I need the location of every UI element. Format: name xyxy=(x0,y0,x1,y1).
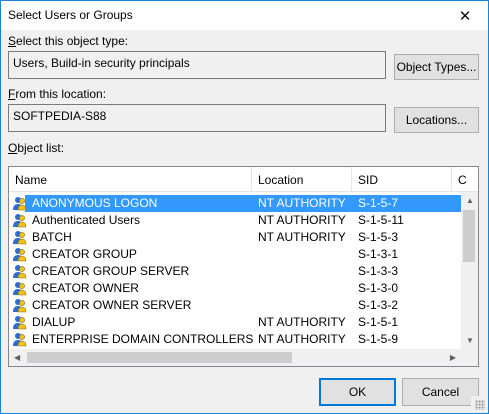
user-group-icon xyxy=(12,297,28,313)
location-field: SOFTPEDIA-S88 xyxy=(8,104,386,132)
item-sid: S-1-3-0 xyxy=(358,281,399,295)
list-item[interactable]: ENTERPRISE DOMAIN CONTROLLERS NT AUTHORI… xyxy=(9,331,463,348)
vertical-scroll-thumb[interactable] xyxy=(463,210,475,262)
user-group-icon xyxy=(12,246,28,262)
select-users-dialog: Select Users or Groups ✕ Select this obj… xyxy=(0,0,489,414)
object-type-label: Select this object type: xyxy=(8,34,129,48)
item-name: CREATOR GROUP xyxy=(32,247,137,261)
item-location: NT AUTHORITY xyxy=(258,196,346,210)
close-icon: ✕ xyxy=(458,7,472,25)
item-location: NT AUTHORITY xyxy=(258,332,346,346)
list-item[interactable]: DIALUP NT AUTHORITY S-1-5-1 xyxy=(9,314,463,331)
user-group-icon xyxy=(12,280,28,296)
item-sid: S-1-5-11 xyxy=(358,213,404,227)
object-list[interactable]: Name Location SID C ANONYMOUS LOGON NT A… xyxy=(8,166,479,367)
list-item[interactable]: CREATOR OWNER SERVER S-1-3-2 xyxy=(9,297,463,314)
item-name: Authenticated Users xyxy=(32,213,141,227)
close-button[interactable]: ✕ xyxy=(442,1,488,30)
scroll-down-icon[interactable]: ▼ xyxy=(466,336,474,345)
item-location: NT AUTHORITY xyxy=(258,315,346,329)
column-header-name[interactable]: Name xyxy=(9,167,252,192)
item-sid: S-1-3-3 xyxy=(358,264,399,278)
item-name: ENTERPRISE DOMAIN CONTROLLERS xyxy=(32,332,254,346)
cancel-button[interactable]: Cancel xyxy=(402,378,479,406)
column-header-sid[interactable]: SID xyxy=(352,167,452,192)
scroll-right-icon[interactable]: ▶ xyxy=(450,353,456,362)
list-item[interactable]: ANONYMOUS LOGON NT AUTHORITY S-1-5-7 xyxy=(9,195,463,212)
column-header-c[interactable]: C xyxy=(452,167,478,192)
scroll-up-icon[interactable]: ▲ xyxy=(466,196,474,205)
object-types-button[interactable]: Object Types... xyxy=(394,54,479,80)
item-name: CREATOR OWNER SERVER xyxy=(32,298,192,312)
item-name: BATCH xyxy=(32,230,72,244)
horizontal-scroll-thumb[interactable] xyxy=(27,352,292,363)
item-sid: S-1-3-1 xyxy=(358,247,399,261)
item-sid: S-1-3-2 xyxy=(358,298,399,312)
object-list-label: Object list: xyxy=(8,141,65,155)
ok-button[interactable]: OK xyxy=(319,378,396,406)
list-item[interactable]: CREATOR OWNER S-1-3-0 xyxy=(9,280,463,297)
title-bar: Select Users or Groups ✕ xyxy=(1,1,488,30)
item-name: CREATOR GROUP SERVER xyxy=(32,264,190,278)
item-sid: S-1-5-3 xyxy=(358,230,399,244)
horizontal-scrollbar[interactable]: ◀ ▶ xyxy=(9,349,461,366)
item-sid: S-1-5-1 xyxy=(358,315,399,329)
column-header-location[interactable]: Location xyxy=(252,167,352,192)
item-sid: S-1-5-9 xyxy=(358,332,399,346)
resize-grip[interactable] xyxy=(471,396,488,413)
user-group-icon xyxy=(12,229,28,245)
user-group-icon xyxy=(12,263,28,279)
user-group-icon xyxy=(12,314,28,330)
list-item[interactable]: CREATOR GROUP S-1-3-1 xyxy=(9,246,463,263)
locations-button[interactable]: Locations... xyxy=(394,107,479,133)
window-title: Select Users or Groups xyxy=(8,8,133,22)
item-location: NT AUTHORITY xyxy=(258,213,346,227)
user-group-icon xyxy=(12,331,28,347)
item-sid: S-1-5-7 xyxy=(358,196,399,210)
location-label: From this location: xyxy=(8,87,107,101)
user-group-icon xyxy=(12,195,28,211)
vertical-scrollbar[interactable]: ▲ ▼ xyxy=(461,192,478,366)
object-type-field: Users, Build-in security principals xyxy=(8,51,386,79)
item-location: NT AUTHORITY xyxy=(258,230,346,244)
user-group-icon xyxy=(12,212,28,228)
item-name: CREATOR OWNER xyxy=(32,281,139,295)
item-name: ANONYMOUS LOGON xyxy=(32,196,158,210)
list-item[interactable]: BATCH NT AUTHORITY S-1-5-3 xyxy=(9,229,463,246)
item-name: DIALUP xyxy=(32,315,76,329)
list-header: Name Location SID C xyxy=(9,167,478,192)
grip-icon xyxy=(475,400,485,410)
list-item[interactable]: CREATOR GROUP SERVER S-1-3-3 xyxy=(9,263,463,280)
scroll-left-icon[interactable]: ◀ xyxy=(14,353,20,362)
list-item[interactable]: Authenticated Users NT AUTHORITY S-1-5-1… xyxy=(9,212,463,229)
